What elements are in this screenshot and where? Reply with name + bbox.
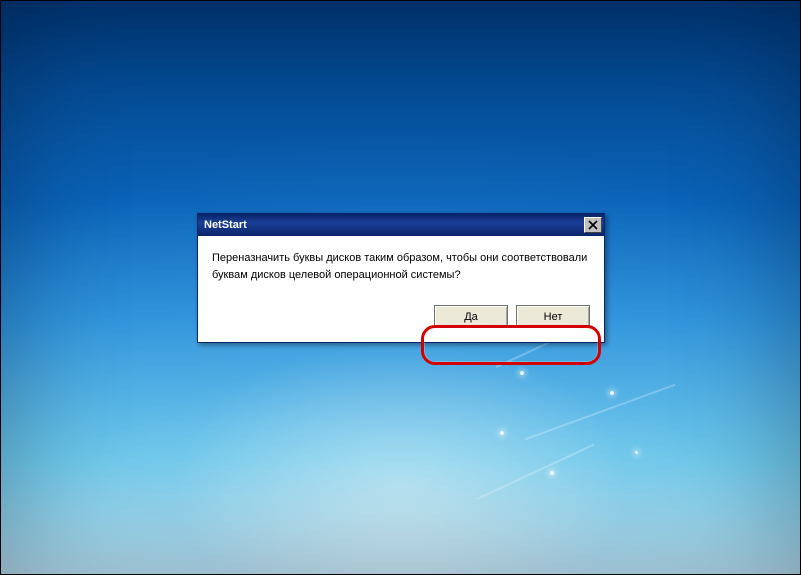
close-button[interactable]	[584, 217, 602, 233]
dialog-message: Переназначить буквы дисков таким образом…	[212, 250, 590, 283]
desktop-background: NetStart Переназначить буквы дисков таки…	[0, 0, 801, 575]
dialog-title: NetStart	[204, 219, 247, 231]
dialog-titlebar[interactable]: NetStart	[198, 214, 604, 236]
dialog-body: Переназначить буквы дисков таким образом…	[198, 236, 604, 297]
netstart-dialog: NetStart Переназначить буквы дисков таки…	[197, 213, 605, 343]
close-icon	[588, 220, 598, 230]
yes-button[interactable]: Да	[434, 305, 508, 328]
no-button[interactable]: Нет	[516, 305, 590, 328]
dialog-button-row: Да Нет	[198, 297, 604, 342]
